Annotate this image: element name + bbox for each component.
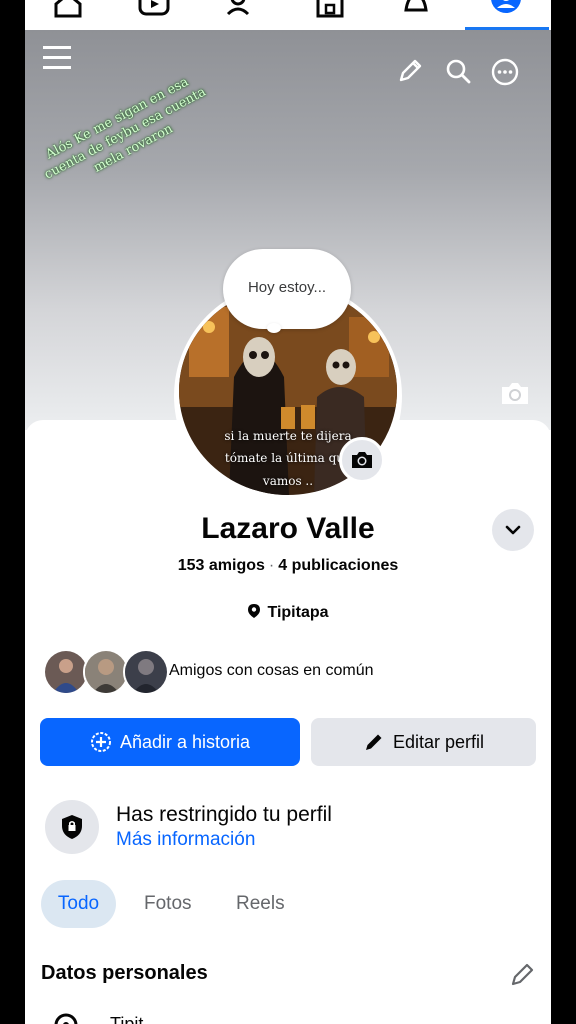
add-story-button[interactable]: Añadir a historia [40,718,300,766]
note-text: Hoy estoy... [247,279,327,296]
expand-profile-button[interactable] [492,509,534,551]
tab-reels[interactable]: Reels [236,880,285,928]
personal-data-first-item: Tipit... [110,1014,159,1024]
friends-count[interactable]: 153 amigos [178,557,265,574]
profile-stats: 153 amigos · 4 publicaciones [25,557,551,575]
add-story-label: Añadir a historia [119,731,251,752]
profile-name: Lazaro Valle [201,512,375,545]
note-bubble-tail [267,323,281,333]
tab-fotos[interactable]: Fotos [144,880,192,928]
more-info-link[interactable]: Más información [116,829,255,851]
location-item-icon [53,1012,79,1024]
cover-camera-icon[interactable] [499,378,531,408]
profile-screen: Alós Ke me sigan en esa cuenta de feybu … [25,0,551,1024]
edit-pencil-icon[interactable] [397,58,423,84]
mutual-friend-avatar[interactable] [123,649,169,695]
location-row: Tipitapa [25,603,551,622]
profile-nav-icon[interactable] [489,0,523,18]
shield-lock-icon [62,815,82,839]
edit-profile-label: Editar perfil [392,731,485,752]
camera-icon [352,452,372,468]
location-text: Tipitapa [267,604,329,621]
marketplace-icon[interactable] [313,0,347,18]
video-icon[interactable] [137,0,171,18]
top-nav [25,0,551,30]
avatar-camera-button[interactable] [339,437,385,483]
note-bubble[interactable]: Hoy estoy... [223,249,351,329]
notifications-icon[interactable] [399,0,433,18]
more-options-icon[interactable] [491,58,519,86]
restricted-icon-wrap [45,800,99,854]
menu-icon[interactable] [41,44,73,72]
posts-count[interactable]: 4 publicaciones [278,557,398,574]
edit-profile-button[interactable]: Editar perfil [311,718,536,766]
home-icon[interactable] [51,0,85,18]
personal-data-title: Datos personales [41,962,208,984]
location-pin-icon [248,604,261,618]
restricted-title: Has restringido tu perfil [116,803,332,826]
mutual-friends-text[interactable]: Amigos con cosas en común [169,662,374,680]
search-icon[interactable] [445,58,471,84]
tab-todo[interactable]: Todo [41,880,116,928]
pencil-icon [365,734,382,750]
chevron-down-icon [505,525,521,535]
stats-separator: · [268,557,275,574]
friends-icon[interactable] [225,0,259,18]
add-circle-icon [90,732,111,752]
edit-personal-data-icon[interactable] [509,962,535,988]
